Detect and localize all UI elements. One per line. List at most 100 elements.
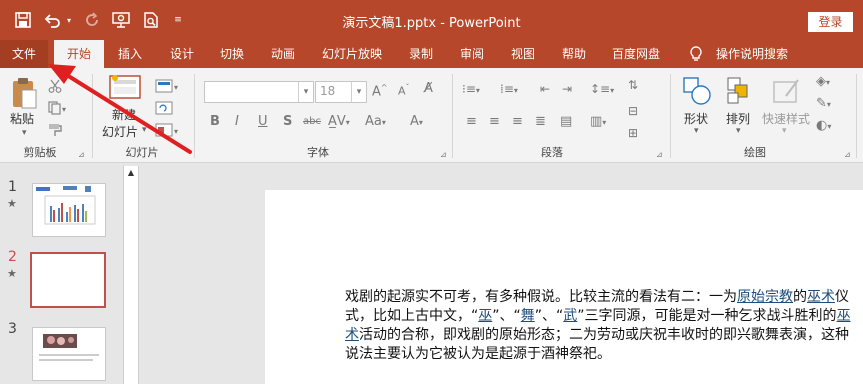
reset-icon[interactable] — [155, 100, 175, 119]
font-launcher-icon[interactable]: ⊿ — [440, 150, 447, 159]
hyperlink-martial[interactable]: 武 — [563, 308, 577, 324]
section-icon[interactable]: ▾ — [155, 122, 181, 141]
font-size-dropdown-icon[interactable]: ▾ — [351, 82, 366, 102]
slide-thumbnail-3[interactable] — [32, 327, 106, 381]
bullets-icon[interactable]: ⁝≡▾ — [462, 82, 480, 96]
drawing-group-label: 绘图 — [744, 146, 766, 159]
justify-icon[interactable]: ≣ — [535, 114, 546, 129]
strikethrough-icon[interactable]: abc — [303, 116, 321, 127]
tab-help[interactable]: 帮助 — [562, 40, 586, 68]
text-direction-icon[interactable]: ⇅ — [628, 78, 638, 92]
italic-icon[interactable]: I — [235, 114, 239, 129]
paste-dropdown-icon[interactable]: ▾ — [22, 128, 27, 138]
tell-me-search[interactable]: 操作说明搜索 — [716, 40, 788, 68]
clipboard-group-label: 剪贴板 — [23, 146, 57, 159]
login-button[interactable]: 登录 — [808, 12, 853, 32]
tab-design[interactable]: 设计 — [170, 40, 194, 68]
paragraph-launcher-icon[interactable]: ⊿ — [656, 150, 663, 159]
align-text-icon[interactable]: ⊟ — [628, 104, 638, 118]
clipboard-launcher-icon[interactable]: ⊿ — [78, 150, 85, 159]
new-slide-label-line2[interactable]: 幻灯片 — [102, 123, 138, 140]
slide-number: 1 — [8, 179, 17, 195]
paste-label[interactable]: 粘贴 — [10, 110, 34, 127]
tab-insert[interactable]: 插入 — [118, 40, 142, 68]
shape-outline-icon[interactable]: ✎▾ — [816, 96, 831, 111]
font-size-box[interactable]: 18 ▾ — [315, 81, 367, 103]
slide-thumbnail-2[interactable] — [30, 252, 106, 308]
change-case-icon[interactable]: Aa▾ — [365, 114, 386, 129]
align-right-icon[interactable]: ≡ — [512, 114, 523, 129]
slide-thumbnail-1[interactable] — [32, 183, 106, 237]
shadow-icon[interactable]: S — [283, 114, 292, 129]
tab-animations[interactable]: 动画 — [271, 40, 295, 68]
align-left-icon[interactable]: ≡ — [466, 114, 477, 129]
paragraph-group-label: 段落 — [541, 146, 563, 159]
shapes-label[interactable]: 形状 — [684, 110, 708, 127]
slide-number: 2 — [8, 249, 17, 265]
align-center-icon[interactable]: ≡ — [489, 114, 500, 129]
tab-view[interactable]: 视图 — [511, 40, 535, 68]
new-slide-icon[interactable] — [108, 74, 142, 106]
increase-indent-icon[interactable]: ⇥ — [562, 82, 572, 96]
hyperlink-dance[interactable]: 舞 — [521, 308, 535, 324]
new-slide-label-line1[interactable]: 新建 — [112, 106, 136, 123]
decrease-indent-icon[interactable]: ⇤ — [540, 82, 550, 96]
slide-text-box[interactable]: 戏剧的起源实不可考，有多种假说。比较主流的看法有二：一为原始宗教的巫术仪式，比如… — [345, 288, 855, 364]
hyperlink-witchcraft[interactable]: 巫术 — [807, 289, 835, 305]
clear-formatting-icon[interactable]: A̸ — [424, 81, 433, 96]
character-spacing-icon[interactable]: A̲V▾ — [328, 114, 350, 129]
font-name-box[interactable]: ▾ — [204, 81, 314, 103]
tab-record[interactable]: 录制 — [409, 40, 433, 68]
svg-text:▾: ▾ — [62, 105, 66, 114]
drawing-launcher-icon[interactable]: ⊿ — [844, 150, 851, 159]
cut-icon[interactable] — [48, 78, 62, 97]
font-size-value: 18 — [320, 84, 336, 98]
thumbnail-scrollbar[interactable]: ▲ — [123, 166, 139, 384]
layout-icon[interactable]: ▾ — [155, 78, 181, 97]
copy-icon[interactable]: ▾ — [48, 100, 68, 119]
slides-group-label: 幻灯片 — [125, 146, 159, 159]
arrange-dropdown-icon[interactable]: ▾ — [736, 126, 741, 136]
increase-font-icon[interactable]: A^ — [372, 83, 388, 99]
font-color-icon[interactable]: A▾ — [410, 114, 423, 129]
window-title: 演示文稿1.pptx - PowerPoint — [342, 16, 521, 31]
hyperlink-primitive-religion[interactable]: 原始宗教 — [737, 289, 793, 305]
distributed-icon[interactable]: ▤ — [560, 114, 572, 129]
shape-fill-icon[interactable]: ◈▾ — [816, 74, 830, 89]
hyperlink-wu[interactable]: 巫 — [478, 308, 492, 324]
text-run: ”、“ — [492, 308, 521, 324]
tab-file[interactable]: 文件 — [0, 40, 48, 68]
underline-icon[interactable]: U — [258, 114, 268, 129]
paste-icon[interactable] — [10, 76, 38, 114]
arrange-icon[interactable] — [726, 76, 754, 110]
quick-styles-dropdown-icon[interactable]: ▾ — [782, 126, 787, 136]
quick-styles-label[interactable]: 快速样式 — [762, 110, 810, 127]
tab-transitions[interactable]: 切换 — [220, 40, 244, 68]
text-run: 活动的合称，即戏剧的原始形态；二为劳动或庆祝丰收时的即兴歌舞表演，这种说法主要认… — [345, 327, 849, 362]
quick-styles-icon[interactable] — [772, 76, 802, 110]
shape-effects-icon[interactable]: ◐▾ — [816, 118, 831, 133]
group-separator — [92, 74, 93, 158]
font-group-label: 字体 — [307, 146, 329, 159]
font-name-dropdown-icon[interactable]: ▾ — [298, 82, 313, 102]
group-separator — [856, 74, 857, 158]
numbering-icon[interactable]: ⁞≡▾ — [500, 82, 518, 96]
tab-home[interactable]: 开始 — [54, 40, 104, 68]
tab-review[interactable]: 审阅 — [460, 40, 484, 68]
tab-slideshow[interactable]: 幻灯片放映 — [322, 40, 382, 68]
scroll-up-icon[interactable]: ▲ — [124, 166, 138, 180]
tab-baidu-netdisk[interactable]: 百度网盘 — [612, 40, 660, 68]
group-separator — [452, 74, 453, 158]
lightbulb-icon — [690, 40, 702, 68]
smartart-icon[interactable]: ⊞ — [628, 126, 638, 140]
columns-icon[interactable]: ▥▾ — [590, 114, 606, 129]
bold-icon[interactable]: B — [210, 114, 220, 129]
line-spacing-icon[interactable]: ↕≡▾ — [590, 82, 614, 96]
format-painter-icon[interactable] — [48, 122, 64, 141]
new-slide-dropdown-icon[interactable]: ▾ — [142, 125, 147, 135]
decrease-font-icon[interactable]: Aˇ — [398, 83, 410, 98]
arrange-label[interactable]: 排列 — [726, 110, 750, 127]
shapes-dropdown-icon[interactable]: ▾ — [694, 126, 699, 136]
text-run: ”、“ — [534, 308, 564, 324]
shapes-icon[interactable] — [682, 76, 712, 110]
